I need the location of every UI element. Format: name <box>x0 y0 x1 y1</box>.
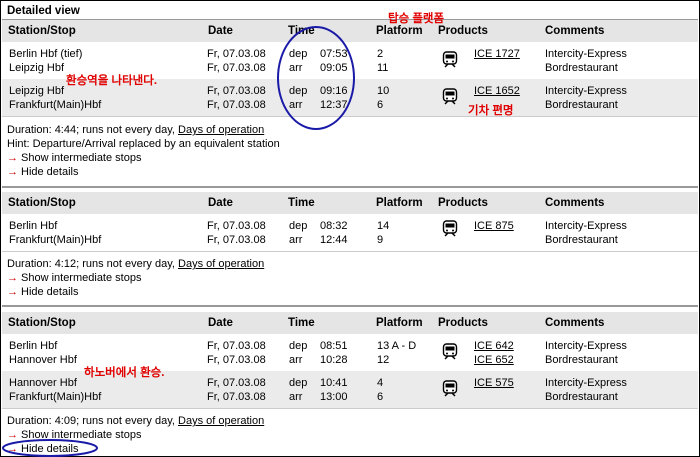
hide-details-highlight-circle <box>2 439 98 457</box>
platform-annotation: 탑승 플랫폼 <box>388 13 445 25</box>
annotation-overlay <box>2 26 355 457</box>
train-number-annotation: 기차 편명 <box>468 105 514 117</box>
transfer-station-annotation: 환승역을 나타낸다. <box>66 75 158 87</box>
time-highlight-circle <box>277 26 355 130</box>
hannover-transfer-annotation: 하노버에서 환승. <box>84 367 165 379</box>
